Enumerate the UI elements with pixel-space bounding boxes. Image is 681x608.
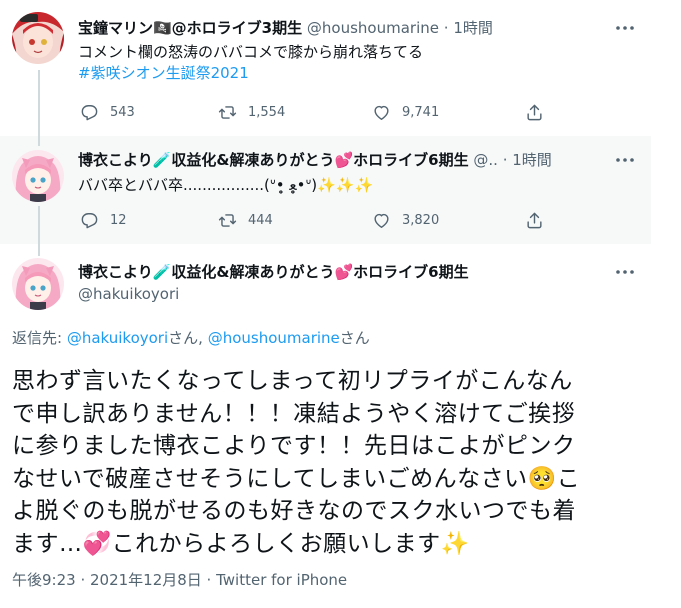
retweet-button[interactable]: 1,554	[218, 102, 285, 122]
tweet-text-line: なせいで破産させそうにしてしまいごめんなさい🥺こ	[12, 465, 581, 492]
tweet-text-line: で申し訳ありません！！！凍結ようやく溶けてご挨拶	[12, 400, 576, 427]
tweet-text-line: 思わず言いたくなってしまって初リプライがこんなん	[12, 368, 573, 394]
thread-line	[38, 244, 40, 256]
mention-link[interactable]: @hakuikoyori	[67, 329, 168, 347]
tweet-houshoumarine[interactable]: 宝鐘マリン🏴‍☠️@ホロライブ3期生 @houshoumarine · 1時間 …	[0, 0, 651, 136]
mention-link[interactable]: @houshoumarine	[208, 329, 340, 347]
retweet-button[interactable]: 444	[218, 210, 273, 230]
more-icon[interactable]	[614, 18, 636, 38]
like-count: 9,741	[402, 104, 440, 120]
retweet-count: 1,554	[248, 104, 286, 120]
like-icon	[374, 213, 389, 228]
user-handle[interactable]: @hakuikoyori	[78, 284, 179, 304]
reply-count: 543	[110, 104, 135, 120]
reply-button[interactable]: 12	[80, 210, 127, 230]
display-name[interactable]: 宝鐘マリン🏴‍☠️@ホロライブ3期生	[78, 19, 302, 37]
tweet-time[interactable]: 1時間	[453, 19, 493, 37]
honorific: さん	[339, 329, 370, 347]
like-icon	[374, 105, 389, 120]
tweet-time[interactable]: 1時間	[512, 151, 552, 169]
tweet-text-line: に参りました博衣こよりです！！先日はこよがピンク	[12, 433, 576, 459]
retweet-icon	[218, 105, 237, 119]
reply-button[interactable]: 543	[80, 102, 135, 122]
more-icon[interactable]	[614, 150, 636, 170]
avatar-hakuikoyori[interactable]	[12, 258, 64, 310]
hashtag-link[interactable]: #紫咲シオン生誕祭2021	[78, 63, 249, 84]
tweet-text-line: ます…💞これからよろしくお願いします✨	[12, 530, 470, 557]
share-icon	[527, 104, 542, 120]
thread-line	[38, 136, 40, 146]
avatar-hakuikoyori[interactable]	[12, 150, 64, 202]
tweet-text: コメント欄の怒涛のババコメで膝から崩れ落ちてる	[78, 43, 424, 61]
user-handle[interactable]: @..	[473, 151, 498, 169]
like-button[interactable]: 9,741	[372, 102, 439, 122]
reply-icon	[81, 212, 98, 228]
tweet-hakuikoyori-reply[interactable]: 博衣こより🧪収益化&解凍ありがとう💕ホロライブ6期生 @.. · 1時間 ババ卒…	[0, 136, 651, 244]
avatar-houshoumarine[interactable]	[12, 12, 64, 64]
like-button[interactable]: 3,820	[372, 210, 439, 230]
separator-dot: ·	[502, 151, 508, 169]
tweet-timestamp-source[interactable]: 午後9:23 · 2021年12月8日 · Twitter for iPhone	[12, 570, 347, 590]
tweet-text-line: よ脱ぐのも脱がせるのも好きなのでスク水いつでも着	[12, 498, 576, 524]
share-icon	[527, 212, 542, 228]
main-tweet-text: 思わず言いたくなってしまって初リプライがこんなん で申し訳ありません！！！凍結よ…	[12, 365, 642, 560]
reply-count: 12	[110, 212, 127, 228]
thread-line	[38, 206, 40, 244]
user-handle[interactable]: @houshoumarine	[307, 19, 439, 37]
like-count: 3,820	[402, 212, 440, 228]
thread-line	[38, 70, 40, 136]
replying-to-label: 返信先:	[12, 329, 67, 347]
tweet-text: ババ卒とババ卒.................(ᐡ•̥̥̥ ﻌ•̥̥̥ᐡ)✨✨…	[78, 176, 374, 194]
tweet-main-focused: 博衣こより🧪収益化&解凍ありがとう💕ホロライブ6期生 @hakuikoyori …	[0, 244, 651, 608]
honorific: さん,	[168, 329, 208, 347]
replying-to: 返信先: @hakuikoyoriさん, @houshoumarineさん	[12, 328, 370, 348]
more-icon[interactable]	[614, 262, 636, 282]
display-name[interactable]: 博衣こより🧪収益化&解凍ありがとう💕ホロライブ6期生	[78, 262, 469, 282]
share-button[interactable]	[525, 210, 555, 230]
retweet-icon	[218, 213, 237, 227]
share-button[interactable]	[525, 102, 555, 122]
display-name[interactable]: 博衣こより🧪収益化&解凍ありがとう💕ホロライブ6期生	[78, 151, 469, 169]
reply-icon	[81, 104, 98, 120]
tweet-header: 博衣こより🧪収益化&解凍ありがとう💕ホロライブ6期生 @.. · 1時間	[78, 150, 552, 170]
separator-dot: ·	[443, 19, 449, 37]
retweet-count: 444	[248, 212, 273, 228]
tweet-header: 宝鐘マリン🏴‍☠️@ホロライブ3期生 @houshoumarine · 1時間	[78, 18, 493, 38]
